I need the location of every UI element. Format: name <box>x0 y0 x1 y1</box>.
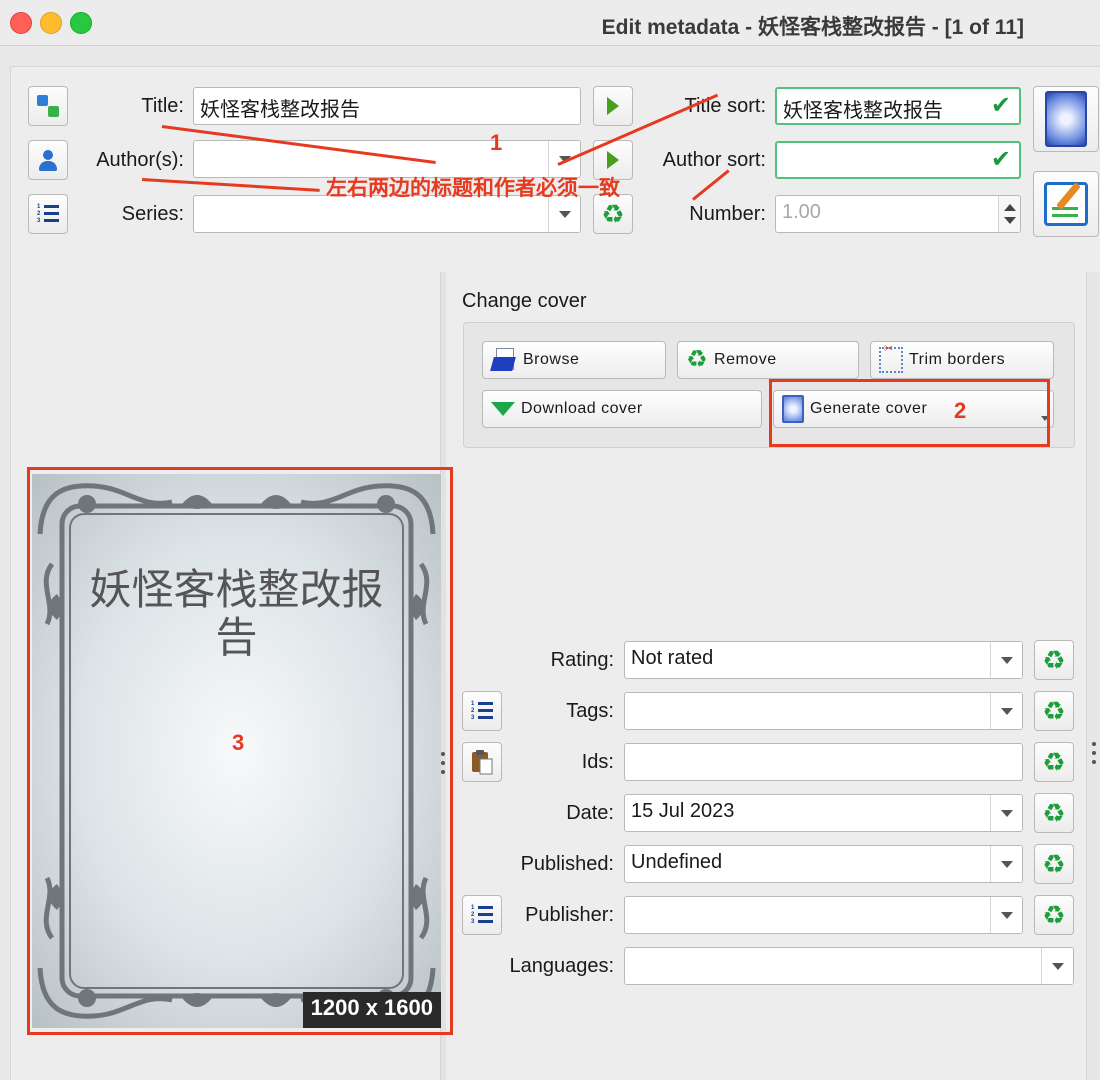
manage-authors-button[interactable] <box>28 140 68 180</box>
recycle-icon: ♻ <box>1042 849 1066 879</box>
paste-ids-button[interactable] <box>462 742 502 782</box>
copy-title-to-sort-button[interactable] <box>593 86 633 126</box>
edit-metadata-icon <box>1044 182 1088 226</box>
trim-icon <box>879 342 903 373</box>
clear-tags-button[interactable]: ♻ <box>1034 691 1074 731</box>
list-icon: 123 <box>471 905 493 925</box>
clear-date-button[interactable]: ♻ <box>1034 793 1074 833</box>
chevron-down-icon[interactable] <box>990 846 1022 882</box>
clipboard-icon <box>472 750 493 775</box>
clear-rating-button[interactable]: ♻ <box>1034 640 1074 680</box>
rating-value: Not rated <box>631 647 714 669</box>
trim-borders-button[interactable]: Trim borders <box>870 341 1054 379</box>
title-input[interactable]: 妖怪客栈整改报告 <box>193 87 581 125</box>
chevron-down-icon[interactable] <box>990 642 1022 678</box>
title-sort-value: 妖怪客栈整改报告 <box>783 100 943 122</box>
remove-label: Remove <box>714 351 777 368</box>
list-icon: 123 <box>471 701 493 721</box>
checkmark-icon: ✔ <box>990 146 1011 173</box>
checkmark-icon: ✔ <box>990 92 1011 119</box>
recycle-icon: ♻ <box>1042 798 1066 828</box>
publisher-label: Publisher: <box>525 904 614 926</box>
annotation-marker-2: 2 <box>954 398 967 423</box>
trim-label: Trim borders <box>909 351 1006 368</box>
chevron-down-icon[interactable] <box>990 795 1022 831</box>
clear-published-button[interactable]: ♻ <box>1034 844 1074 884</box>
recycle-icon: ♻ <box>601 199 625 229</box>
annotation-box-2 <box>769 379 1050 447</box>
rating-label: Rating: <box>550 649 614 671</box>
annotation-note-1: 左右两边的标题和作者必须一致 <box>326 177 620 200</box>
swap-icon <box>36 94 60 118</box>
date-value: 15 Jul 2023 <box>631 800 735 822</box>
authors-label: Author(s): <box>96 149 184 171</box>
date-label: Date: <box>566 802 614 824</box>
stepper-arrows-icon[interactable] <box>998 196 1020 232</box>
languages-combobox[interactable] <box>624 947 1074 985</box>
manage-series-button[interactable]: 123 <box>28 194 68 234</box>
manage-publishers-button[interactable]: 123 <box>462 895 502 935</box>
recycle-icon: ♻ <box>1042 645 1066 675</box>
browse-label: Browse <box>523 351 580 368</box>
remove-cover-button[interactable]: ♻ Remove <box>677 341 859 379</box>
series-number-value: 1.00 <box>782 201 821 223</box>
series-number-spinbox[interactable]: 1.00 <box>775 195 1021 233</box>
recycle-icon: ♻ <box>686 346 709 373</box>
publisher-combobox[interactable] <box>624 896 1023 934</box>
title-sort-label: Title sort: <box>684 95 767 117</box>
ids-input[interactable] <box>624 743 1023 781</box>
chevron-down-icon[interactable] <box>1041 948 1073 984</box>
author-sort-input[interactable]: ✔ <box>775 141 1021 179</box>
person-icon <box>37 149 59 171</box>
download-cover-button[interactable]: Download cover <box>482 390 762 428</box>
tags-combobox[interactable] <box>624 692 1023 730</box>
author-sort-label: Author sort: <box>662 149 766 171</box>
edit-metadata-button[interactable] <box>1033 171 1099 237</box>
languages-label: Languages: <box>509 955 614 977</box>
arrow-right-icon <box>607 97 619 115</box>
manage-tags-button[interactable]: 123 <box>462 691 502 731</box>
title-sort-input[interactable]: 妖怪客栈整改报告 ✔ <box>775 87 1021 125</box>
ids-label: Ids: <box>581 751 614 773</box>
swap-title-author-button[interactable] <box>28 86 68 126</box>
published-date-picker[interactable]: Undefined <box>624 845 1023 883</box>
folder-icon <box>491 347 517 373</box>
rating-combobox[interactable]: Not rated <box>624 641 1023 679</box>
download-arrow-icon <box>491 402 515 416</box>
browse-cover-button[interactable]: Browse <box>482 341 666 379</box>
date-picker[interactable]: 15 Jul 2023 <box>624 794 1023 832</box>
window-titlebar: Edit metadata - 妖怪客栈整改报告 - [1 of 11] <box>0 0 1100 46</box>
recycle-icon: ♻ <box>1042 747 1066 777</box>
download-label: Download cover <box>521 400 643 417</box>
chevron-down-icon[interactable] <box>990 897 1022 933</box>
recycle-icon: ♻ <box>1042 900 1066 930</box>
cover-thumbnail-icon <box>1045 91 1087 147</box>
chevron-down-icon[interactable] <box>990 693 1022 729</box>
clear-publisher-button[interactable]: ♻ <box>1034 895 1074 935</box>
published-label: Published: <box>520 853 614 875</box>
right-panel-splitter[interactable] <box>1086 272 1100 1080</box>
annotation-marker-3: 3 <box>232 730 245 755</box>
number-label: Number: <box>689 203 766 225</box>
tags-label: Tags: <box>566 700 614 722</box>
list-icon: 123 <box>37 204 59 224</box>
annotation-marker-1: 1 <box>490 130 503 155</box>
cover-thumbnail-button[interactable] <box>1033 86 1099 152</box>
window-title: Edit metadata - 妖怪客栈整改报告 - [1 of 11] <box>601 16 1024 39</box>
arrow-right-icon <box>607 151 619 169</box>
published-value: Undefined <box>631 851 723 873</box>
clear-ids-button[interactable]: ♻ <box>1034 742 1074 782</box>
series-label: Series: <box>121 203 184 225</box>
title-label: Title: <box>141 95 184 117</box>
recycle-icon: ♻ <box>1042 696 1066 726</box>
change-cover-heading: Change cover <box>462 290 587 312</box>
